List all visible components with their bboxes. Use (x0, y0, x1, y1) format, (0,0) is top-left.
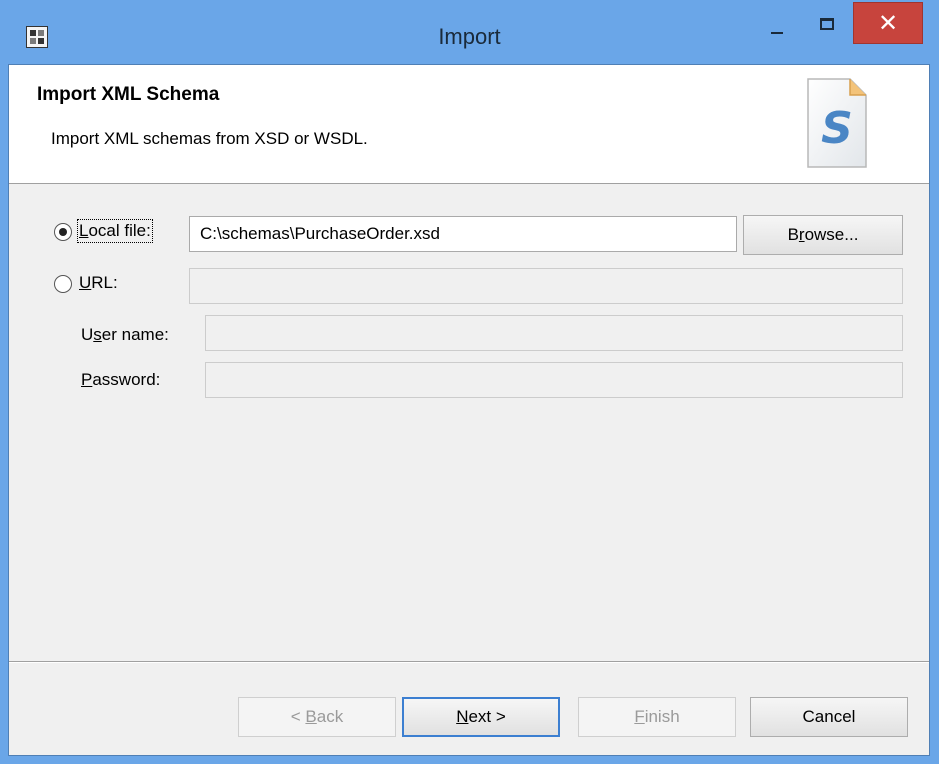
maximize-icon (820, 18, 834, 30)
maximize-button[interactable] (804, 0, 852, 46)
url-radio[interactable] (54, 275, 72, 293)
back-label-pre: < (290, 707, 306, 726)
user-name-input[interactable] (205, 315, 903, 351)
finish-label-rest: inish (644, 707, 680, 726)
page-description: Import XML schemas from XSD or WSDL. (51, 129, 368, 148)
back-label-rest: ack (316, 707, 344, 726)
back-mnemonic: B (305, 707, 317, 726)
password-mnemonic: P (81, 370, 93, 389)
password-label-rest: assword: (92, 370, 161, 389)
local-file-label[interactable]: Local file: (77, 219, 153, 243)
minimize-button[interactable] (753, 0, 801, 46)
url-label-rest: RL: (91, 273, 118, 292)
user-name-label: User name: (81, 325, 169, 345)
next-label-rest: ext > (468, 707, 506, 726)
wizard-banner: Import XML Schema Import XML schemas fro… (9, 65, 929, 184)
browse-label-rest: owse... (804, 225, 859, 244)
user-name-label-rest: er name: (101, 325, 169, 344)
import-dialog: Import ✕ Import XML Schema Import XML sc… (0, 0, 939, 764)
url-input[interactable] (189, 268, 903, 304)
page-title: Import XML Schema (37, 84, 220, 105)
next-mnemonic: N (456, 707, 469, 726)
svg-text:S: S (821, 103, 853, 154)
next-button[interactable]: Next > (402, 697, 560, 737)
finish-button[interactable]: Finish (578, 697, 736, 737)
local-file-radio[interactable] (54, 223, 72, 241)
user-name-mnemonic: s (93, 325, 102, 344)
button-bar-separator (9, 661, 929, 663)
dialog-body: Import XML Schema Import XML schemas fro… (8, 64, 930, 756)
finish-mnemonic: F (634, 707, 645, 726)
title-bar[interactable]: Import ✕ (0, 0, 939, 64)
password-input[interactable] (205, 362, 903, 398)
back-button[interactable]: < Back (238, 697, 396, 737)
cancel-button[interactable]: Cancel (750, 697, 908, 737)
close-icon: ✕ (877, 10, 899, 37)
xml-schema-icon: S (807, 78, 867, 168)
browse-button[interactable]: Browse... (743, 215, 903, 255)
local-file-path-input[interactable]: C:\schemas\PurchaseOrder.xsd (189, 216, 737, 252)
password-label: Password: (81, 370, 160, 390)
user-name-label-pre: U (81, 325, 94, 344)
close-button[interactable]: ✕ (853, 2, 923, 44)
browse-label-pre: B (787, 225, 799, 244)
local-file-label-rest: ocal file: (88, 221, 151, 240)
radio-selected-dot (59, 228, 67, 236)
minimize-icon (771, 32, 783, 34)
url-mnemonic: U (79, 273, 92, 292)
url-label[interactable]: URL: (79, 273, 118, 293)
